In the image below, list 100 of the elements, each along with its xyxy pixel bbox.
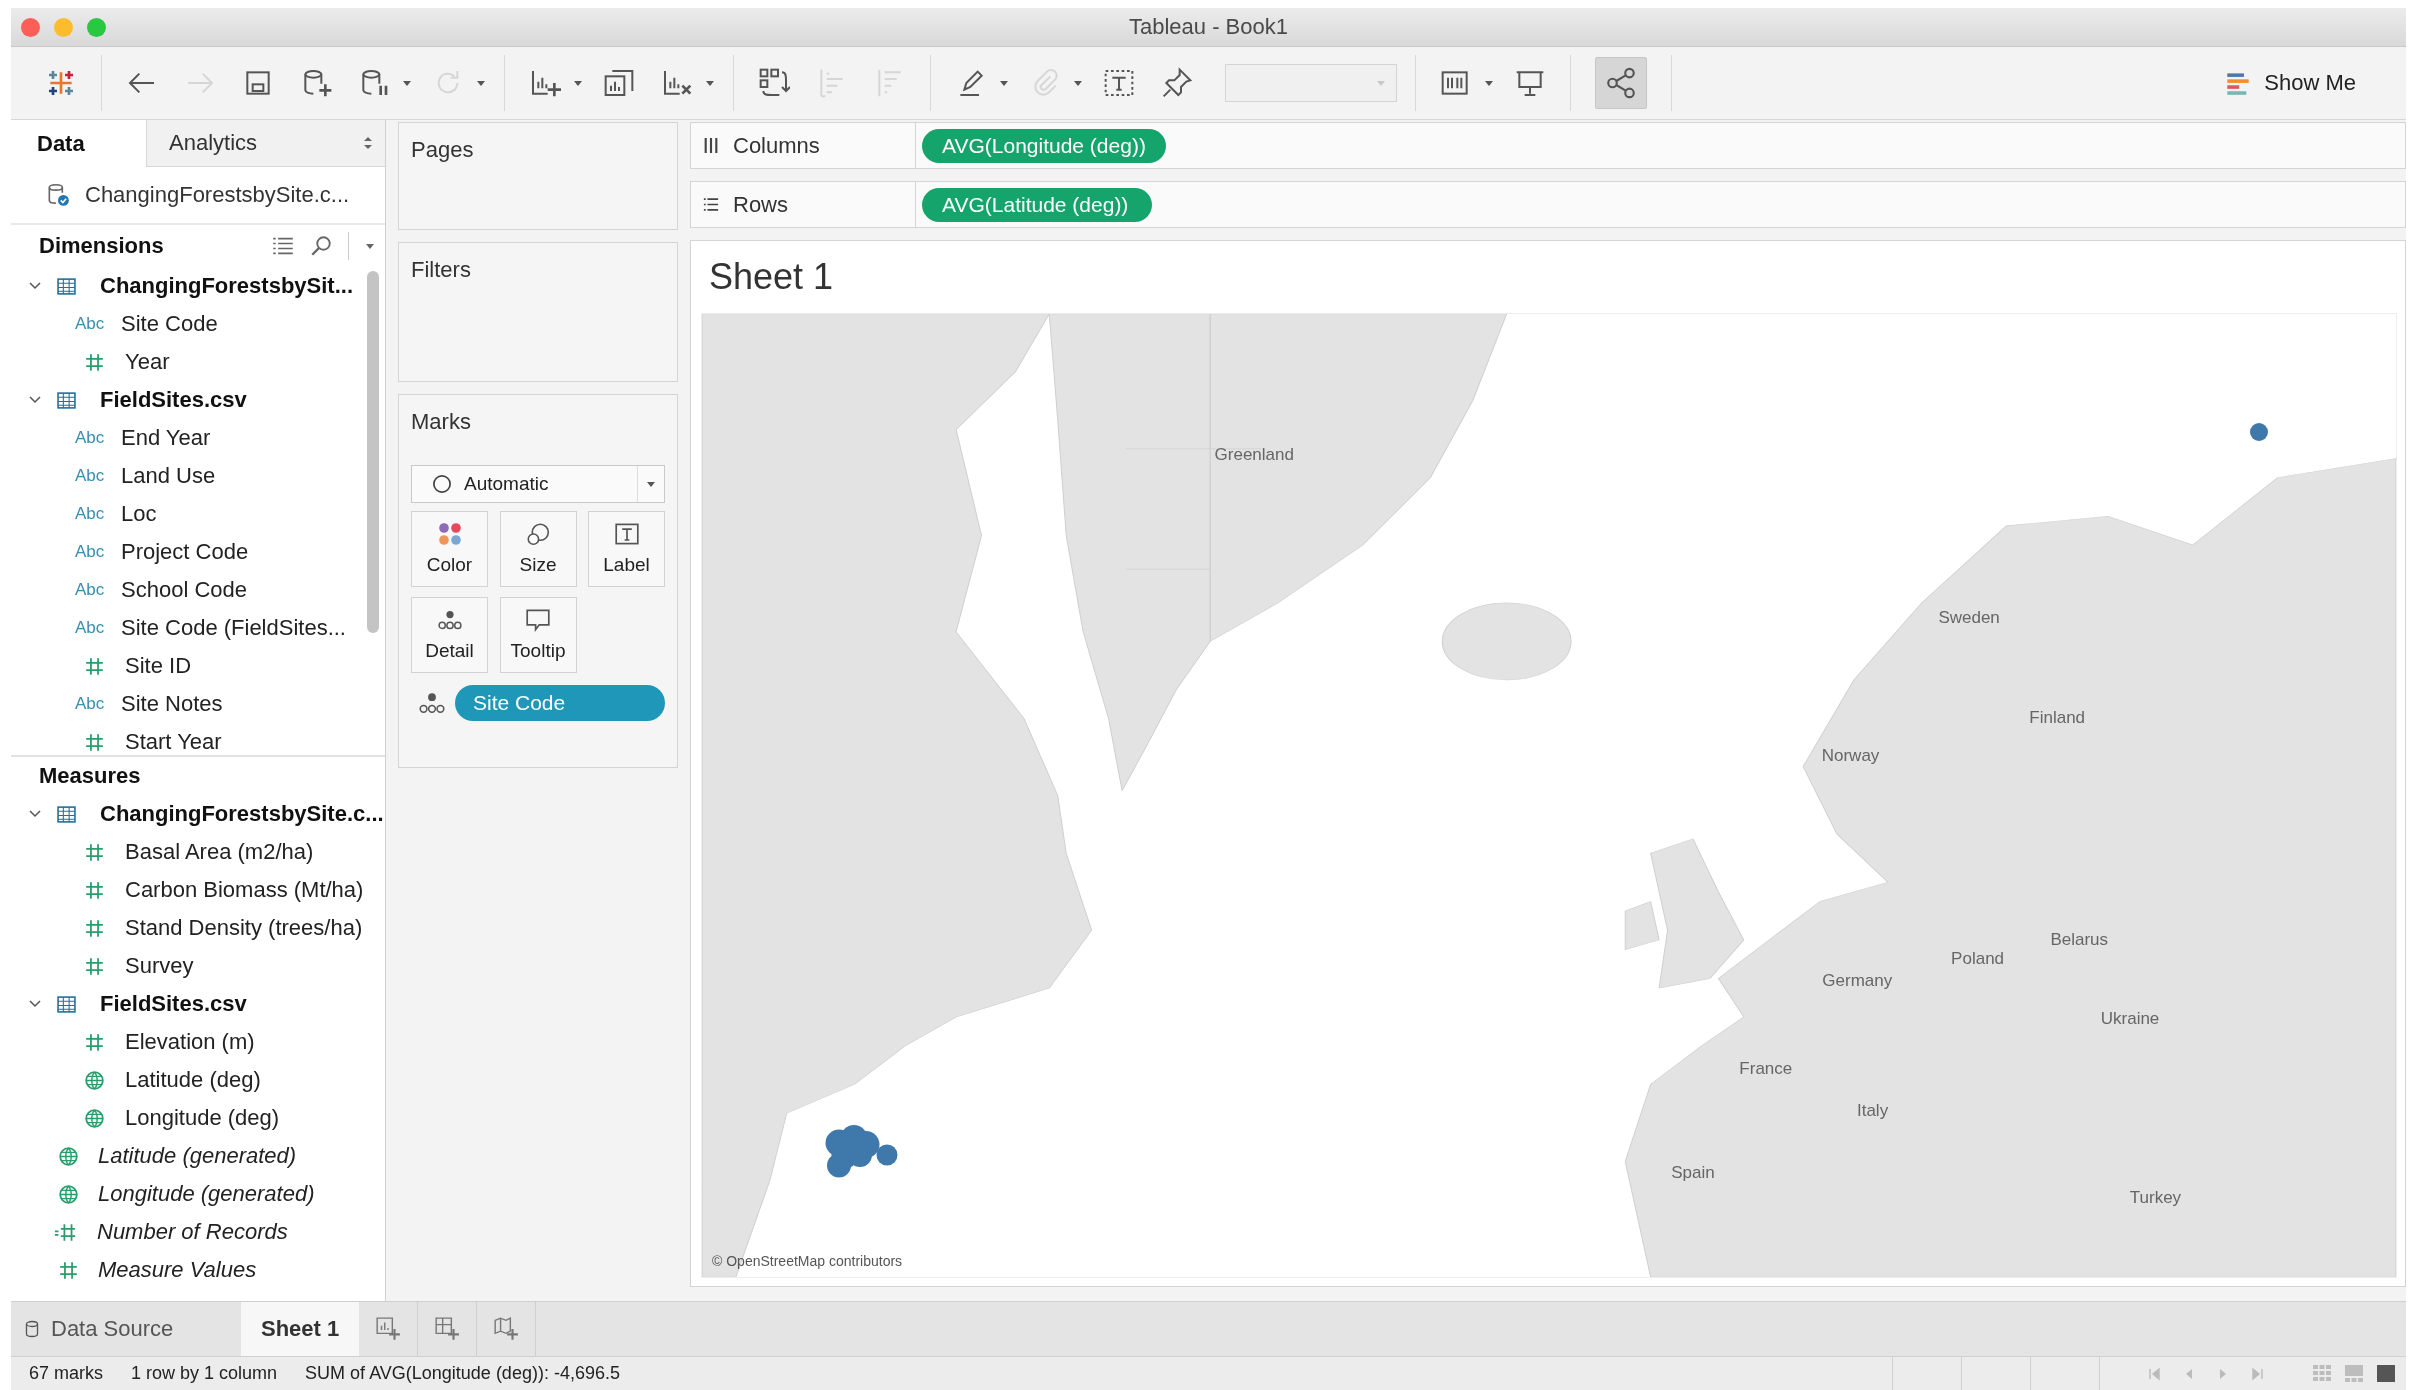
field-name[interactable]: Site Code [121, 311, 218, 337]
field-name[interactable]: Basal Area (m2/ha) [125, 839, 314, 865]
map-place-label: Greenland [1214, 444, 1294, 465]
table-name[interactable]: FieldSites.csv [100, 991, 247, 1017]
status-text: 1 row by 1 column [131, 1363, 278, 1384]
circle-icon [432, 474, 452, 494]
new-worksheet-icon [375, 1316, 402, 1342]
number-type-icon [59, 1260, 78, 1280]
section-title: Dimensions [39, 233, 165, 259]
detail-dots-icon [419, 692, 445, 714]
map-place-label: Poland [1951, 949, 2005, 970]
field-name[interactable]: Carbon Biomass (Mt/ha) [125, 877, 364, 903]
show-me-button[interactable]: Show Me [2216, 64, 2396, 102]
status-text: SUM of AVG(Longitude (deg)): -4,696.5 [305, 1363, 620, 1384]
number-type-icon [85, 352, 104, 372]
bar-chart-icon [2226, 70, 2251, 96]
card-title: Marks [411, 408, 472, 435]
size-circles-icon [526, 522, 550, 546]
field-name[interactable]: Start Year [125, 729, 222, 755]
encoding-button[interactable]: Size [499, 511, 577, 587]
encoding-button[interactable]: Detail [411, 597, 488, 673]
sheet-tab[interactable]: Sheet 1 [241, 1302, 360, 1356]
encoding-button[interactable]: Label [588, 511, 665, 587]
number-type-icon [85, 656, 104, 676]
field-name[interactable]: Year [125, 349, 170, 375]
view-mode-button[interactable] [2376, 1364, 2396, 1383]
search-icon [310, 236, 332, 256]
first-page-icon [2148, 1366, 2162, 1381]
field-name[interactable]: Site ID [125, 653, 192, 679]
field-name[interactable]: Latitude (generated) [98, 1143, 297, 1169]
field-name[interactable]: Number of Records [97, 1219, 288, 1245]
status-text: 67 marks [29, 1363, 104, 1384]
field-name[interactable]: Longitude (generated) [98, 1181, 315, 1207]
field-name[interactable]: Loc [121, 501, 157, 527]
string-type-icon: Abc [75, 314, 105, 334]
field-name[interactable]: Survey [125, 953, 194, 979]
calculated-number-icon [53, 1222, 77, 1242]
close-window-button[interactable] [21, 18, 40, 37]
string-type-icon: Abc [75, 542, 105, 562]
single-view-icon [2376, 1364, 2396, 1383]
up-down-arrows-icon [363, 136, 373, 150]
string-type-icon: Abc [75, 504, 105, 524]
scrollbar[interactable] [367, 271, 379, 633]
field-name[interactable]: School Code [121, 577, 247, 603]
globe-icon [59, 1146, 78, 1166]
database-icon [25, 1320, 39, 1338]
number-type-icon [85, 956, 104, 976]
shelf-label: Rows [733, 191, 788, 218]
string-type-icon: Abc [75, 428, 105, 448]
window-title: Tableau - Book1 [1129, 14, 1288, 40]
text-label-icon [614, 522, 639, 546]
number-type-icon [85, 732, 104, 752]
list-view-icon [272, 236, 294, 256]
table-icon [57, 995, 76, 1013]
number-type-icon [85, 918, 104, 938]
encoding-button[interactable]: Color [411, 511, 488, 587]
sheet-title: Sheet 1 [708, 255, 835, 299]
data-point-cluster[interactable] [823, 1124, 899, 1179]
string-type-icon: Abc [75, 580, 105, 600]
card-title: Pages [411, 136, 475, 163]
last-page-icon [2250, 1366, 2264, 1381]
caret-icon [1376, 78, 1386, 88]
table-name[interactable]: ChangingForestsbySite.c... [100, 801, 384, 827]
map-place-label: Spain [1671, 1163, 1715, 1183]
mark-type-dropdown[interactable]: Automatic [411, 465, 665, 503]
field-name[interactable]: Longitude (deg) [125, 1105, 280, 1131]
data-source-item[interactable]: ChangingForestsbySite.c... [11, 167, 385, 225]
map-place-label: Belarus [2050, 929, 2109, 950]
field-name[interactable]: Site Code (FieldSites... [121, 615, 346, 641]
field-name[interactable]: Elevation (m) [125, 1029, 255, 1055]
table-icon [57, 391, 76, 409]
pane-tab[interactable]: Analytics [146, 120, 385, 167]
globe-icon [85, 1070, 104, 1090]
data-point-marker[interactable] [2249, 423, 2268, 442]
detail-dots-icon [437, 608, 462, 632]
field-name[interactable]: End Year [121, 425, 211, 451]
field-name[interactable]: Site Notes [121, 691, 223, 717]
field-name[interactable]: Stand Density (trees/ha) [125, 915, 363, 941]
menu-caret-icon [365, 241, 375, 251]
field-name[interactable]: Land Use [121, 463, 216, 489]
table-icon [57, 805, 76, 823]
map-place-label: Ukraine [2100, 1008, 2160, 1029]
shelf-label: Columns [733, 132, 820, 159]
field-name[interactable]: Latitude (deg) [125, 1067, 261, 1093]
field-name[interactable]: Measure Values [98, 1257, 257, 1283]
field-name[interactable]: Project Code [121, 539, 249, 565]
map-place-label: Finland [2029, 708, 2086, 729]
map-place-label: Sweden [1938, 608, 2000, 629]
number-type-icon [85, 880, 104, 900]
filmstrip-view-icon [2344, 1364, 2364, 1383]
table-name[interactable]: ChangingForestsbySit... [100, 273, 354, 299]
map-place-label: Italy [1856, 1101, 1889, 1122]
encoding-button[interactable]: Tooltip [499, 597, 577, 673]
table-name[interactable]: FieldSites.csv [100, 387, 247, 413]
globe-icon [85, 1108, 104, 1128]
new-story-icon [493, 1316, 520, 1342]
string-type-icon: Abc [75, 618, 105, 638]
new-dashboard-icon [434, 1316, 461, 1342]
string-type-icon: Abc [75, 694, 105, 714]
rows-icon [703, 196, 719, 213]
